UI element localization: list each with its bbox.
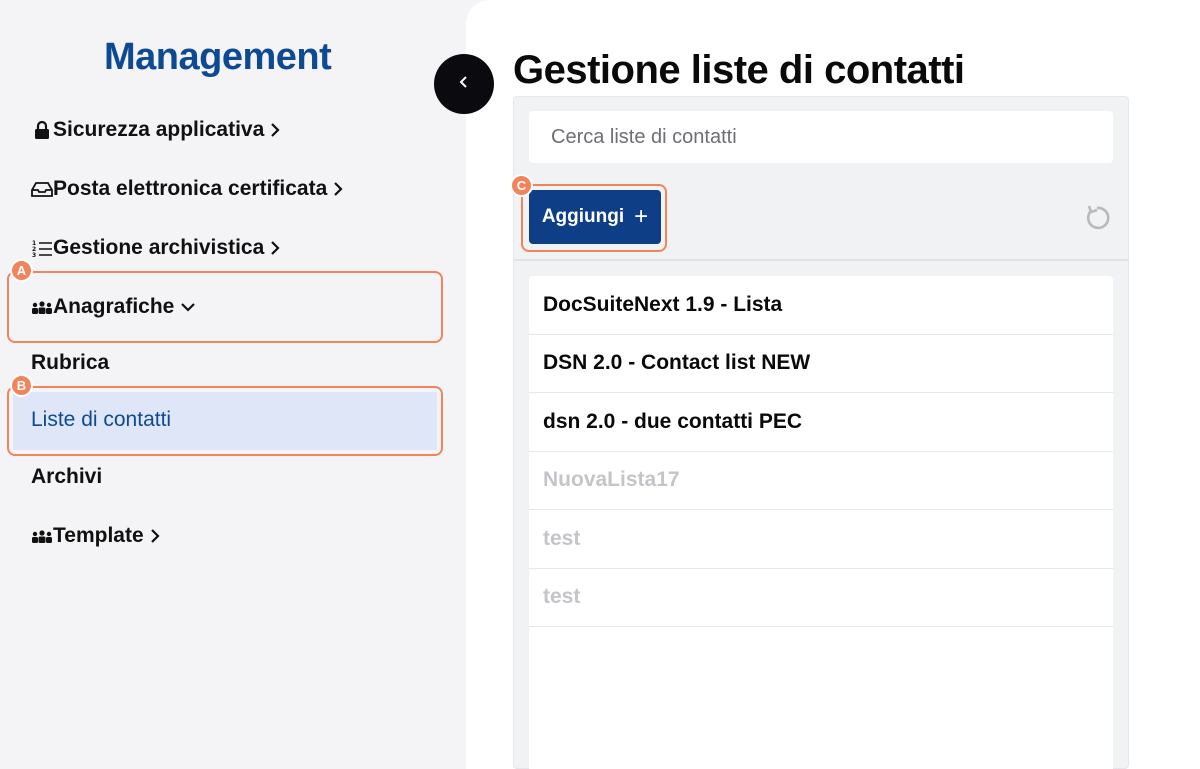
sidebar-item-label: Sicurezza applicativa xyxy=(53,118,265,141)
page-title: Gestione liste di contatti xyxy=(513,48,965,92)
sidebar-item-label: Template xyxy=(53,524,144,547)
chevron-right-icon xyxy=(270,240,280,256)
sidebar-item-label: Gestione archivistica xyxy=(53,236,265,259)
sidebar-subitem-archivi[interactable]: Archivi xyxy=(31,465,102,489)
lock-icon xyxy=(31,119,53,141)
chevron-right-icon xyxy=(270,122,280,138)
numbered-list-icon: 123 xyxy=(31,237,53,259)
list-item[interactable]: test xyxy=(529,569,1113,627)
sidebar-item-sicurezza-applicativa[interactable]: Sicurezza applicativa xyxy=(31,115,280,145)
refresh-icon xyxy=(1083,204,1111,237)
search-field[interactable] xyxy=(529,111,1113,163)
list-item[interactable]: NuovaLista17 xyxy=(529,452,1113,510)
list-item[interactable]: DSN 2.0 - Contact list NEW xyxy=(529,335,1113,393)
brand-title: Management xyxy=(104,36,332,78)
contact-lists: DocSuiteNext 1.9 - Lista DSN 2.0 - Conta… xyxy=(529,276,1113,769)
list-item[interactable]: DocSuiteNext 1.9 - Lista xyxy=(529,276,1113,335)
divider xyxy=(513,259,1129,261)
chevron-left-icon xyxy=(459,75,469,94)
annotation-box-a xyxy=(7,271,443,343)
list-item[interactable]: dsn 2.0 - due contatti PEC xyxy=(529,393,1113,452)
list-item[interactable]: test xyxy=(529,510,1113,569)
collapse-sidebar-button[interactable] xyxy=(434,54,494,114)
svg-text:3: 3 xyxy=(32,252,36,258)
chevron-right-icon xyxy=(333,181,343,197)
sidebar-subitem-rubrica[interactable]: Rubrica xyxy=(31,351,109,375)
sidebar: Management Sicurezza applicativa Posta e… xyxy=(0,0,466,769)
annotation-badge-b: B xyxy=(10,374,33,397)
sidebar-item-template[interactable]: Template xyxy=(31,521,160,551)
chevron-right-icon xyxy=(150,528,160,544)
people-group-icon xyxy=(31,525,53,547)
sidebar-item-gestione-archivistica[interactable]: 123 Gestione archivistica xyxy=(31,233,280,263)
annotation-badge-a: A xyxy=(10,259,33,282)
refresh-button[interactable] xyxy=(1082,205,1112,235)
sidebar-item-posta-elettronica-certificata[interactable]: Posta elettronica certificata xyxy=(31,174,343,204)
annotation-box-b xyxy=(7,386,443,456)
annotation-badge-c: C xyxy=(510,174,533,197)
inbox-tray-icon xyxy=(31,178,53,200)
search-input[interactable] xyxy=(551,125,1113,149)
sidebar-item-label: Posta elettronica certificata xyxy=(53,177,328,200)
annotation-box-c xyxy=(521,184,667,252)
